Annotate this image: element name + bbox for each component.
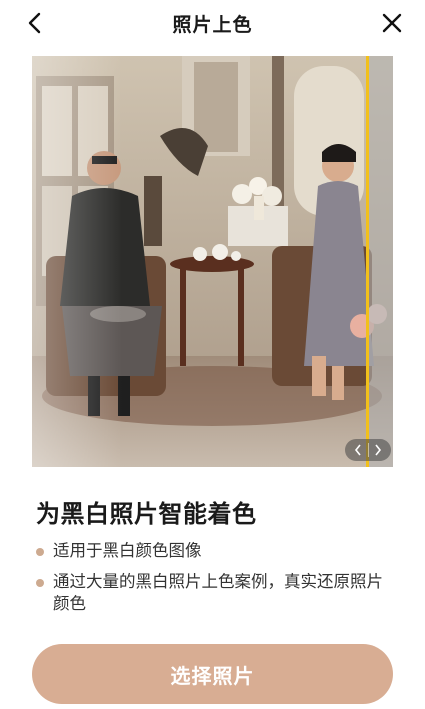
sample-colorized-photo	[32, 56, 393, 467]
compare-divider-handle[interactable]	[366, 56, 369, 467]
feature-text: 适用于黑白颜色图像	[53, 541, 202, 560]
feature-list: 适用于黑白颜色图像 通过大量的黑白照片上色案例，真实还原照片颜色	[36, 540, 391, 624]
select-photo-button[interactable]: 选择照片	[32, 644, 393, 704]
before-after-preview[interactable]	[32, 56, 393, 467]
page-title: 照片上色	[172, 14, 253, 36]
feature-heading: 为黑白照片智能着色	[36, 500, 257, 528]
feature-text: 通过大量的黑白照片上色案例，真实还原照片颜色	[53, 572, 383, 613]
chevron-left-icon[interactable]	[351, 442, 365, 458]
list-item: 通过大量的黑白照片上色案例，真实还原照片颜色	[36, 571, 391, 615]
list-item: 适用于黑白颜色图像	[36, 540, 391, 562]
chevron-right-icon[interactable]	[371, 442, 385, 458]
close-button[interactable]	[379, 10, 405, 36]
bullet-icon	[36, 579, 44, 587]
arrow-separator	[367, 443, 369, 457]
bullet-icon	[36, 548, 44, 556]
photo-colorize-screen: 照片上色 为黑白照片智能着色 适用于黑白颜色图像 通过大量的黑白照片上色案例，真…	[0, 0, 425, 709]
close-icon	[382, 13, 402, 33]
top-bar: 照片上色	[0, 0, 425, 46]
compare-arrows[interactable]	[345, 439, 391, 461]
